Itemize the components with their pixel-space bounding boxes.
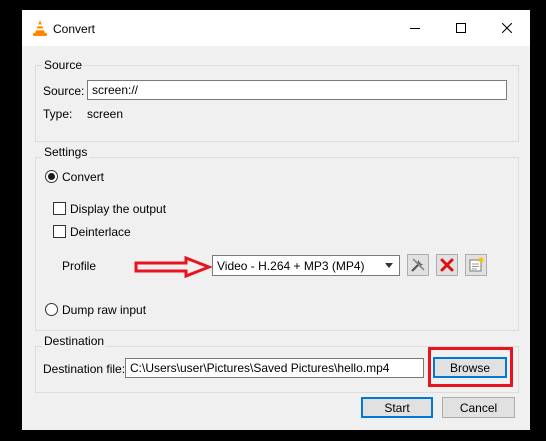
type-label: Type: [43, 107, 73, 121]
edit-profile-icon [411, 258, 425, 272]
profile-select[interactable]: Video - H.264 + MP3 (MP4) [212, 255, 400, 276]
maximize-button[interactable] [438, 10, 484, 46]
display-output-checkbox[interactable] [53, 202, 66, 215]
red-arrow-icon [134, 256, 212, 278]
maximize-icon [456, 23, 466, 33]
source-group [35, 65, 519, 142]
dump-raw-radio[interactable] [45, 303, 58, 316]
browse-button[interactable]: Browse [433, 357, 507, 378]
convert-label: Convert [62, 170, 105, 184]
delete-profile-button[interactable] [436, 254, 458, 276]
deinterlace-checkbox[interactable] [53, 225, 66, 238]
close-button[interactable] [484, 10, 530, 46]
convert-radio[interactable] [45, 170, 58, 183]
profile-label: Profile [62, 259, 97, 273]
settings-group-title: Settings [42, 145, 90, 159]
convert-dialog: Convert Source Source: screen:// Type: s… [22, 10, 530, 430]
chevron-down-icon [385, 263, 393, 268]
new-profile-button[interactable] [465, 254, 487, 276]
window-title: Convert [53, 22, 96, 36]
vlc-cone-icon [31, 19, 49, 37]
delete-profile-icon [440, 258, 454, 272]
close-icon [502, 23, 512, 33]
minimize-button[interactable] [392, 10, 438, 46]
edit-profile-button[interactable] [407, 254, 429, 276]
start-button[interactable]: Start [361, 397, 433, 418]
destination-file-label: Destination file: [43, 362, 126, 376]
cancel-button[interactable]: Cancel [442, 397, 515, 418]
destination-group-title: Destination [42, 334, 107, 348]
display-output-label: Display the output [70, 202, 167, 216]
source-input[interactable]: screen:// [87, 80, 507, 100]
source-label: Source: [43, 84, 85, 98]
destination-file-input[interactable]: C:\Users\user\Pictures\Saved Pictures\he… [125, 358, 424, 378]
type-value: screen [87, 107, 124, 121]
minimize-icon [410, 28, 420, 29]
new-profile-icon [469, 257, 484, 272]
title-bar: Convert [22, 10, 530, 46]
deinterlace-label: Deinterlace [70, 225, 131, 239]
profile-select-value: Video - H.264 + MP3 (MP4) [217, 259, 365, 273]
dump-raw-label: Dump raw input [62, 303, 147, 317]
source-group-title: Source [42, 58, 85, 72]
